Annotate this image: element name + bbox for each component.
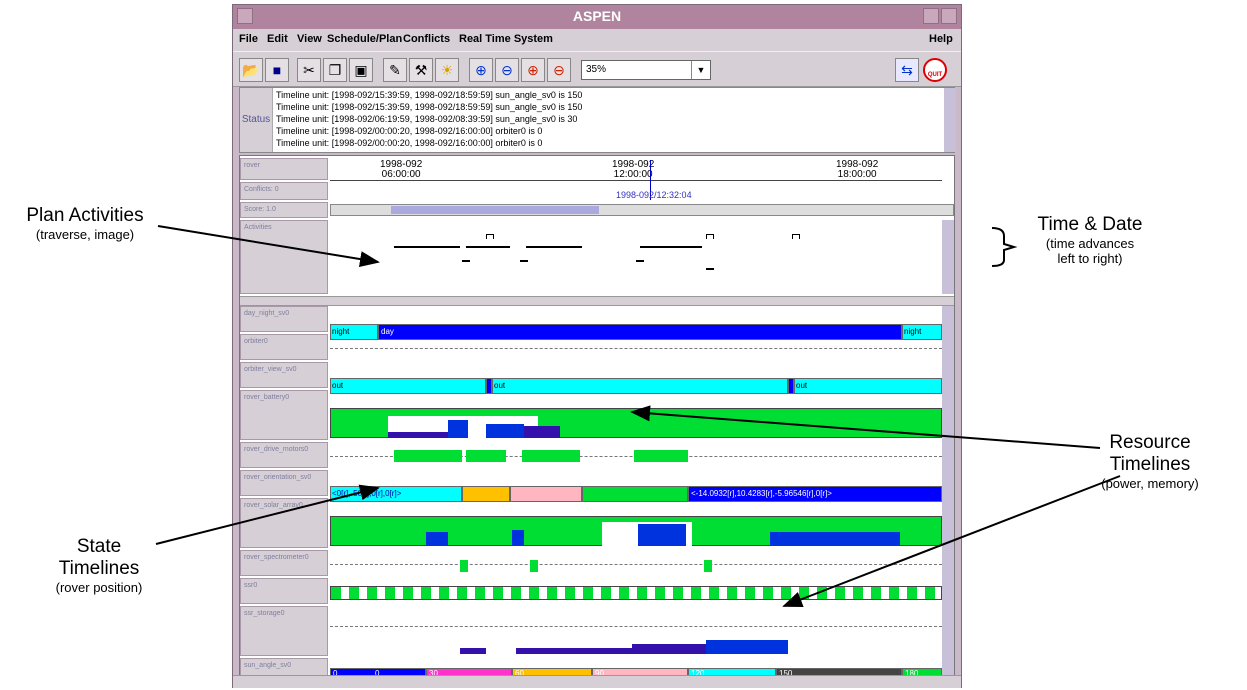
arrow-plan-activities (157, 225, 380, 267)
annotation-arrows (155, 225, 1121, 607)
arrow-resource-battery (630, 405, 1101, 449)
arrow-state-timelines (155, 484, 380, 545)
arrow-resource-storage (782, 475, 1121, 607)
brace-time-date (991, 227, 1018, 267)
